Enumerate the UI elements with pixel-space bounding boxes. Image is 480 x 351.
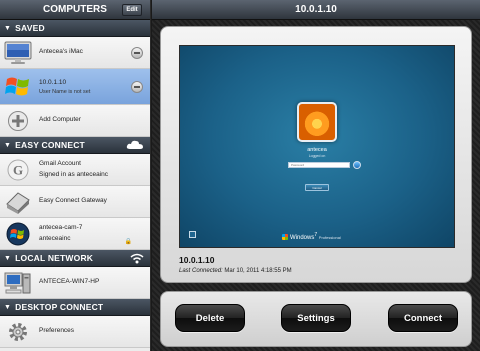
windows-logo-icon bbox=[282, 234, 288, 240]
computers-titlebar: COMPUTERS Edit bbox=[0, 0, 150, 20]
preferences-label: Preferences bbox=[39, 327, 75, 335]
edit-button[interactable]: Edit bbox=[122, 4, 142, 16]
login-cancel-button: Cancel bbox=[305, 184, 329, 191]
preferences-row[interactable]: Preferences bbox=[0, 316, 150, 348]
remote-screen-thumbnail[interactable]: antecea Logged on Password Cancel Window… bbox=[179, 45, 455, 248]
gear-icon bbox=[3, 319, 33, 345]
user-avatar bbox=[297, 102, 337, 142]
windows-brand-name: Windows bbox=[290, 235, 315, 241]
pc-tower-icon bbox=[3, 270, 33, 296]
section-desktop-connect-label: DESKTOP CONNECT bbox=[15, 302, 104, 312]
antecea-cam-7-label: antecea-cam-7 bbox=[39, 224, 83, 232]
imac-icon bbox=[3, 40, 33, 66]
gateway-icon bbox=[3, 189, 33, 215]
section-saved[interactable]: ▼ SAVED bbox=[0, 20, 150, 37]
antecea-cam-7-row[interactable]: antecea-cam-7 anteceainc 🔒 bbox=[0, 218, 150, 250]
chevron-down-icon: ▼ bbox=[4, 141, 12, 149]
svg-text:G: G bbox=[13, 162, 23, 177]
add-computer-row[interactable]: Add Computer bbox=[0, 105, 150, 137]
connect-button[interactable]: Connect bbox=[388, 304, 458, 332]
lock-icon: 🔒 bbox=[124, 239, 132, 245]
saved-computer-label: 10.0.1.10 bbox=[39, 79, 67, 87]
computers-panel: COMPUTERS Edit ▼ SAVED Antecea's iMac 10… bbox=[0, 0, 151, 351]
gmail-account-label: Gmail Account bbox=[39, 160, 81, 168]
windows-brand: Windows7 Professional bbox=[282, 232, 341, 241]
chevron-down-icon: ▼ bbox=[4, 24, 12, 32]
login-status: Logged on bbox=[308, 154, 326, 158]
windows-edition: Professional bbox=[318, 235, 341, 240]
saved-computer-imac[interactable]: Antecea's iMac bbox=[0, 37, 150, 69]
settings-button[interactable]: Settings bbox=[281, 304, 351, 332]
computer-name: 10.0.1.10 bbox=[179, 255, 215, 265]
action-bar: Delete Settings Connect bbox=[160, 291, 472, 347]
computer-detail-panel: 10.0.1.10 antecea Logged on Password Can… bbox=[152, 0, 480, 351]
last-connected-label: Last Connected: bbox=[179, 268, 223, 274]
windows7-icon bbox=[3, 221, 33, 247]
chevron-down-icon: ▼ bbox=[4, 254, 12, 262]
section-easy-connect-label: EASY CONNECT bbox=[15, 140, 85, 150]
saved-computer-sub: User Name is not set bbox=[39, 88, 91, 95]
local-computer-label: ANTECEA-WIN7-HP bbox=[39, 278, 100, 286]
gmail-account-sub: Signed in as anteceainc bbox=[39, 170, 109, 178]
arrow-right-icon bbox=[353, 161, 361, 169]
ease-of-access-icon bbox=[189, 231, 196, 238]
detail-titlebar: 10.0.1.10 bbox=[152, 0, 480, 20]
windows-logo-icon bbox=[3, 74, 33, 100]
section-desktop-connect[interactable]: ▼ DESKTOP CONNECT bbox=[0, 299, 150, 316]
section-saved-label: SAVED bbox=[15, 23, 45, 33]
easy-connect-gateway-label: Easy Connect Gateway bbox=[39, 197, 107, 205]
local-computer-row[interactable]: ANTECEA-WIN7-HP bbox=[0, 267, 150, 299]
section-easy-connect[interactable]: ▼ EASY CONNECT bbox=[0, 137, 150, 154]
login-username: antecea bbox=[307, 147, 327, 153]
detail-title: 10.0.1.10 bbox=[295, 4, 337, 15]
windows-version: 7 bbox=[314, 232, 318, 238]
remove-icon[interactable] bbox=[131, 46, 143, 59]
section-local-network[interactable]: ▼ LOCAL NETWORK bbox=[0, 250, 150, 267]
google-icon: G bbox=[3, 157, 33, 183]
saved-computer-10-0-1-10[interactable]: 10.0.1.10 User Name is not set bbox=[0, 69, 150, 105]
cloud-icon bbox=[126, 140, 144, 152]
easy-connect-gateway-row[interactable]: Easy Connect Gateway bbox=[0, 186, 150, 218]
chevron-down-icon: ▼ bbox=[4, 303, 12, 311]
computers-title: COMPUTERS bbox=[43, 4, 107, 15]
delete-button[interactable]: Delete bbox=[175, 304, 245, 332]
antecea-cam-7-sub: anteceainc bbox=[39, 234, 71, 242]
add-computer-label: Add Computer bbox=[39, 116, 81, 124]
gmail-account-row[interactable]: G Gmail Account Signed in as anteceainc bbox=[0, 154, 150, 186]
password-field: Password bbox=[288, 162, 350, 168]
last-connected-value: Mar 10, 2011 4:18:55 PM bbox=[224, 268, 292, 274]
preview-frame: antecea Logged on Password Cancel Window… bbox=[160, 26, 472, 283]
add-icon bbox=[3, 108, 33, 134]
wifi-icon bbox=[130, 253, 144, 266]
remove-icon[interactable] bbox=[131, 80, 143, 93]
section-local-network-label: LOCAL NETWORK bbox=[15, 253, 94, 263]
saved-computer-label: Antecea's iMac bbox=[39, 48, 83, 56]
last-connected: Last Connected: Mar 10, 2011 4:18:55 PM bbox=[179, 268, 292, 274]
